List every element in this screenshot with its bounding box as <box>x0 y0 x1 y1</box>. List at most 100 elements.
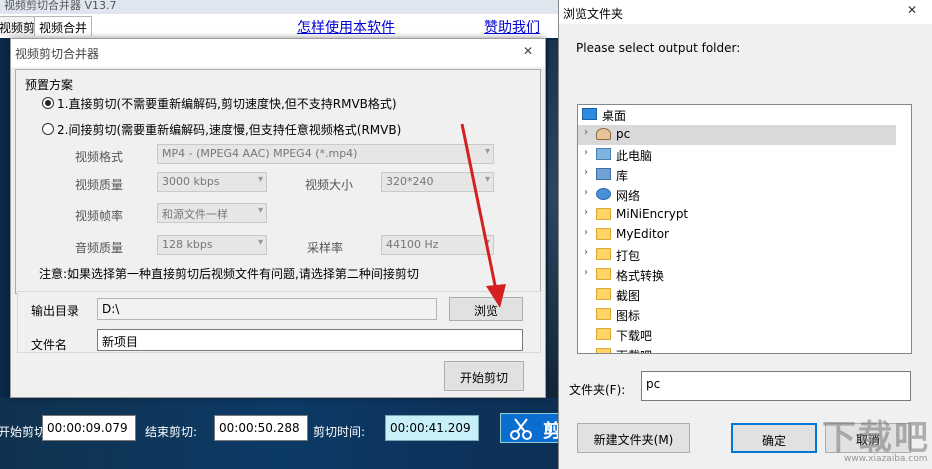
tree-item-label: 桌面 <box>602 109 627 123</box>
tree-scrollbar[interactable]: ▲ ▼ <box>911 105 912 353</box>
tree-item-label: 截图 <box>616 289 641 303</box>
annotation-arrow <box>460 123 506 308</box>
chevron-down-icon: ▾ <box>257 205 263 216</box>
tree-item[interactable]: › 库 <box>578 165 896 185</box>
sample-rate-value: 44100 Hz <box>386 238 439 251</box>
user-icon <box>596 128 611 140</box>
tree-item-label: 格式转换 <box>616 269 665 283</box>
desktop-icon <box>582 108 597 120</box>
browse-prompt: Please select output folder: <box>576 41 741 55</box>
preset-group-label: 预置方案 <box>25 78 74 92</box>
scissors-icon <box>510 418 532 440</box>
note-text: 注意:如果选择第一种直接剪切后视频文件有问题,请选择第二种间接剪切 <box>39 267 419 281</box>
library-icon <box>596 168 611 180</box>
frame-rate-label: 视频帧率 <box>75 209 124 223</box>
watermark-text: 下载吧 <box>822 418 930 458</box>
output-dir-input[interactable]: D:\ <box>97 298 437 320</box>
browse-folder-dialog: 浏览文件夹 ✕ Please select output folder: 桌面 ›… <box>558 0 932 469</box>
computer-icon <box>596 148 611 160</box>
end-cut-label: 结束剪切: <box>145 425 198 439</box>
folder-icon <box>596 348 611 353</box>
folder-icon <box>596 328 611 340</box>
sample-rate-label: 采样率 <box>307 241 344 255</box>
filename-input[interactable]: 新项目 <box>97 329 523 351</box>
expand-arrow-icon[interactable]: › <box>584 247 588 258</box>
folder-label: 文件夹(F): <box>569 383 626 397</box>
tree-item[interactable]: › pc <box>578 125 896 145</box>
expand-arrow-icon[interactable]: › <box>584 167 588 178</box>
tab-video-merge[interactable]: 视频合并 <box>34 16 93 36</box>
ok-button[interactable]: 确定 <box>731 423 817 453</box>
frame-rate-value: 和源文件一样 <box>162 208 228 221</box>
tree-item-label: 图标 <box>616 309 641 323</box>
main-window-title: 视频剪切合并器 V13.7 <box>4 0 117 12</box>
main-titlebar: 视频剪切合并器 V13.7 <box>0 0 560 14</box>
cut-time-label: 剪切时间: <box>313 425 366 439</box>
expand-arrow-icon[interactable]: › <box>584 147 588 158</box>
chevron-down-icon: ▾ <box>257 174 263 185</box>
tree-item-label: MiNiEncrypt <box>616 207 689 221</box>
tree-item[interactable]: › 格式转换 <box>578 265 896 285</box>
frame-rate-select[interactable]: 和源文件一样 ▾ <box>157 203 267 223</box>
network-icon <box>596 188 611 200</box>
sponsor-link[interactable]: 赞助我们 <box>484 17 540 37</box>
watermark-url: www.xiazaiba.com <box>844 454 928 464</box>
expand-arrow-icon[interactable]: › <box>584 127 588 138</box>
folder-icon <box>596 268 611 280</box>
tree-item-label: 下载吧 <box>616 347 652 353</box>
how-to-use-link[interactable]: 怎样使用本软件 <box>297 17 395 37</box>
tree-item-label: 网络 <box>616 189 641 203</box>
close-icon[interactable]: ✕ <box>523 44 533 58</box>
expand-arrow-icon[interactable]: › <box>584 267 588 278</box>
tree-item-label: 此电脑 <box>616 149 653 163</box>
tree-item[interactable]: › 网络 <box>578 185 896 205</box>
audio-quality-select[interactable]: 128 kbps ▾ <box>157 235 267 255</box>
tree-item[interactable]: 桌面 <box>578 105 896 125</box>
tree-item-label: 下载吧 <box>616 329 653 343</box>
tree-item[interactable]: › MyEditor <box>578 225 896 245</box>
tree-item-label: 打包 <box>616 249 641 263</box>
expand-arrow-icon[interactable]: › <box>584 187 588 198</box>
tree-item[interactable]: 下载吧 <box>578 345 896 353</box>
folder-icon <box>596 288 611 300</box>
tree-item[interactable]: › MiNiEncrypt <box>578 205 896 225</box>
tree-item[interactable]: 图标 <box>578 305 896 325</box>
folder-icon <box>596 248 611 260</box>
option2-radio[interactable] <box>42 123 54 135</box>
close-icon[interactable]: ✕ <box>907 3 917 17</box>
browse-dialog-title: 浏览文件夹 <box>563 7 624 21</box>
video-quality-select[interactable]: 3000 kbps ▾ <box>157 172 267 192</box>
new-folder-button[interactable]: 新建文件夹(M) <box>577 423 690 453</box>
option1-label[interactable]: 1.直接剪切(不需要重新编解码,剪切速度快,但不支持RMVB格式) <box>57 95 397 112</box>
tree-item[interactable]: 截图 <box>578 285 896 305</box>
folder-icon <box>596 308 611 320</box>
start-cut-button[interactable]: 开始剪切 <box>444 361 524 391</box>
browse-dialog-titlebar: 浏览文件夹 ✕ <box>559 0 932 24</box>
expand-arrow-icon[interactable]: › <box>584 207 588 218</box>
watermark-logo: 下载吧 www.xiazaiba.com <box>822 410 932 469</box>
end-cut-input[interactable]: 00:00:50.288 <box>214 415 308 441</box>
video-size-label: 视频大小 <box>305 178 354 192</box>
merge-dialog-titlebar: 视频剪切合并器 ✕ <box>11 39 545 67</box>
tree-item[interactable]: › 此电脑 <box>578 145 896 165</box>
audio-quality-value: 128 kbps <box>162 238 213 251</box>
video-quality-label: 视频质量 <box>75 178 124 192</box>
tree-item[interactable]: › 打包 <box>578 245 896 265</box>
folder-input[interactable]: pc <box>641 371 911 401</box>
video-size-value: 320*240 <box>386 175 434 188</box>
merge-dialog-title: 视频剪切合并器 <box>15 47 100 61</box>
video-format-label: 视频格式 <box>75 150 124 164</box>
tree-item-label: 库 <box>616 169 629 183</box>
option2-label[interactable]: 2.间接剪切(需要重新编解码,速度慢,但支持任意视频格式(RMVB) <box>57 121 401 138</box>
tree-item-label: pc <box>616 127 631 141</box>
folder-tree[interactable]: 桌面 › pc › 此电脑 › 库 › 网络 › MiNiEncrypt › MyEditor › 打包 › 格… <box>577 104 912 354</box>
output-dir-label: 输出目录 <box>31 304 80 318</box>
cut-time-display: 00:00:41.209 <box>385 415 479 441</box>
cut-button[interactable]: 剪 <box>500 413 560 443</box>
expand-arrow-icon[interactable]: › <box>584 227 588 238</box>
start-cut-input[interactable]: 00:00:09.079 <box>42 415 136 441</box>
tree-item[interactable]: 下载吧 <box>578 325 896 345</box>
folder-icon <box>596 208 611 220</box>
option1-radio[interactable] <box>42 97 54 109</box>
tree-item-label: MyEditor <box>616 227 669 241</box>
